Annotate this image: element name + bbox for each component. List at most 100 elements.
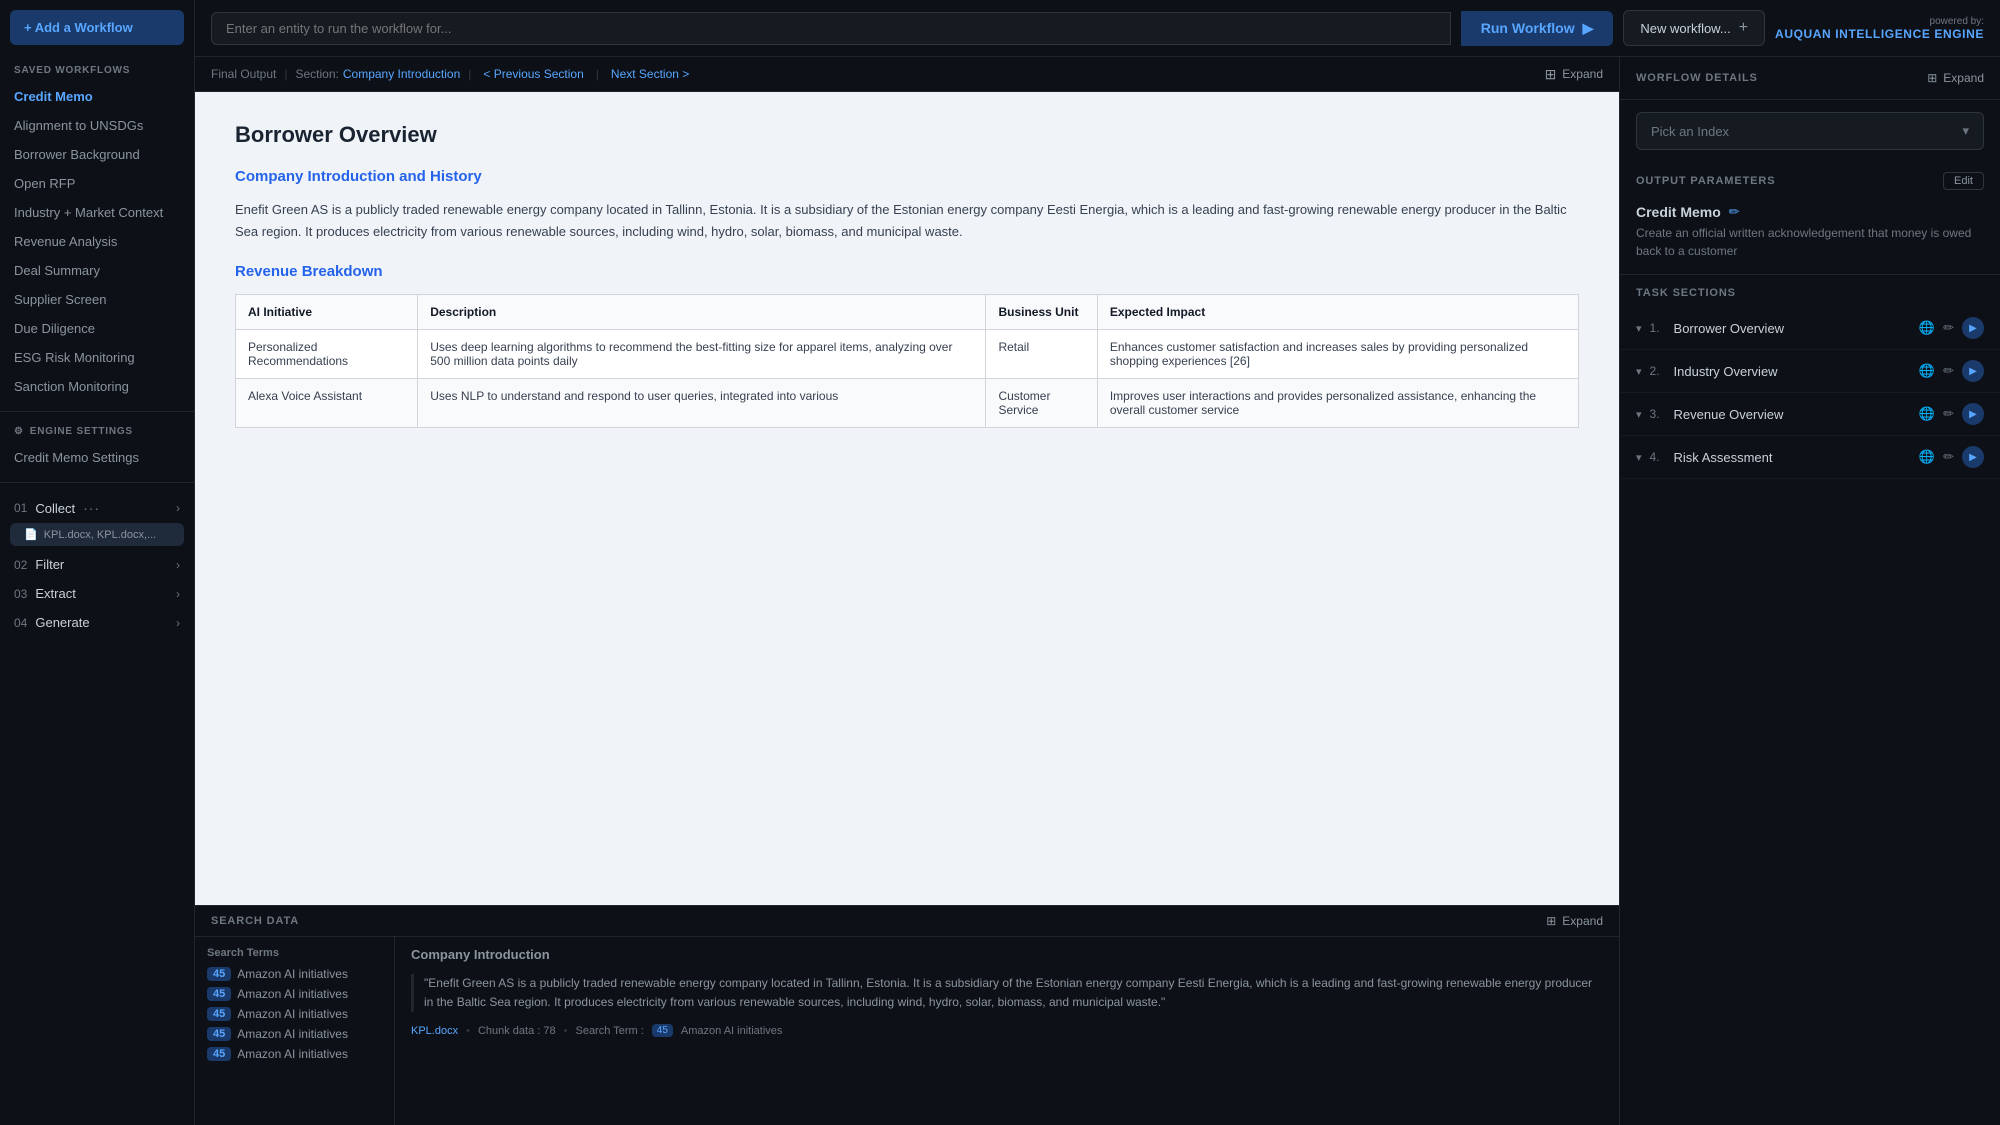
sidebar-item-esg-risk[interactable]: ESG Risk Monitoring — [0, 343, 194, 372]
task-section-item-3[interactable]: ▾ 4. Risk Assessment 🌐 ✏ ▶ — [1620, 436, 2000, 479]
sidebar-step-filter[interactable]: 02 Filter › — [0, 550, 194, 579]
sidebar-step-generate[interactable]: 04 Generate › — [0, 608, 194, 637]
search-term-item[interactable]: 45 Amazon AI initiatives — [207, 1027, 382, 1041]
step-num-01: 01 — [14, 501, 27, 515]
chevron-down-icon-2: ▾ — [1636, 408, 1642, 421]
doc-body-text: Enefit Green AS is a publicly traded ren… — [235, 199, 1579, 243]
task-section-item-2[interactable]: ▾ 3. Revenue Overview 🌐 ✏ ▶ — [1620, 393, 2000, 436]
workflow-details-expand-button[interactable]: ⊞ Expand — [1927, 71, 1984, 85]
search-data-body: Search Terms 45 Amazon AI initiatives 45… — [195, 937, 1619, 1125]
search-term-item[interactable]: 45 Amazon AI initiatives — [207, 987, 382, 1001]
sidebar-item-industry-market[interactable]: Industry + Market Context — [0, 198, 194, 227]
table-cell-description-0: Uses deep learning algorithms to recomme… — [418, 330, 986, 379]
sidebar-item-alignment[interactable]: Alignment to UNSDGs — [0, 111, 194, 140]
search-term-text-3: Amazon AI initiatives — [237, 1027, 348, 1041]
sidebar-item-credit-memo[interactable]: Credit Memo — [0, 82, 194, 111]
entity-search-input[interactable] — [211, 12, 1451, 45]
table-cell-initiative-0: Personalized Recommendations — [236, 330, 418, 379]
step-num-04: 04 — [14, 616, 27, 630]
play-icon-2[interactable]: ▶ — [1962, 403, 1984, 425]
prev-section-button[interactable]: < Previous Section — [483, 67, 583, 81]
pencil-icon-2[interactable]: ✏ — [1943, 406, 1954, 422]
chevron-right-icon-4: › — [176, 616, 180, 630]
pencil-icon-1[interactable]: ✏ — [1943, 363, 1954, 379]
search-result-meta: KPL.docx • Chunk data : 78 • Search Term… — [411, 1024, 1603, 1037]
sidebar-divider-2 — [0, 482, 194, 483]
globe-icon-2[interactable]: 🌐 — [1919, 406, 1935, 422]
powered-by-label: powered by: — [1775, 16, 1984, 27]
sidebar-step-collect[interactable]: 01 Collect ··· › — [0, 493, 194, 523]
task-sections-label: TASK SECTIONS — [1620, 275, 2000, 307]
search-data-expand-button[interactable]: ⊞ Expand — [1546, 914, 1603, 928]
final-output-link[interactable]: Final Output — [211, 65, 276, 83]
sidebar-item-supplier-screen[interactable]: Supplier Screen — [0, 285, 194, 314]
task-section-item-1[interactable]: ▾ 2. Industry Overview 🌐 ✏ ▶ — [1620, 350, 2000, 393]
sidebar-item-credit-memo-settings[interactable]: Credit Memo Settings — [0, 443, 194, 472]
task-section-item-0[interactable]: ▾ 1. Borrower Overview 🌐 ✏ ▶ — [1620, 307, 2000, 350]
task-section-name-3: Risk Assessment — [1674, 450, 1911, 465]
sidebar-item-open-rfp[interactable]: Open RFP — [0, 169, 194, 198]
sidebar-file-item[interactable]: 📄 KPL.docx, KPL.docx,... — [10, 523, 184, 546]
current-section: Company Introduction — [343, 67, 460, 81]
new-workflow-button[interactable]: New workflow... + — [1623, 10, 1765, 46]
sidebar-item-borrower-bg[interactable]: Borrower Background — [0, 140, 194, 169]
search-term-item[interactable]: 45 Amazon AI initiatives — [207, 1047, 382, 1061]
step-name-collect: Collect — [35, 501, 75, 516]
powered-by: powered by: AUQUAN INTELLIGENCE ENGINE — [1775, 16, 1984, 41]
pencil-icon-3[interactable]: ✏ — [1943, 449, 1954, 465]
result-file-link[interactable]: KPL.docx — [411, 1025, 458, 1037]
play-icon-3[interactable]: ▶ — [1962, 446, 1984, 468]
run-workflow-button[interactable]: Run Workflow ▶ — [1461, 11, 1614, 46]
search-result-title: Company Introduction — [411, 947, 1603, 962]
search-terms-label: Search Terms — [207, 947, 382, 959]
search-term-badge-0: 45 — [207, 967, 231, 981]
engine-settings-label: ⚙ ENGINE SETTINGS — [0, 422, 194, 443]
topbar: Run Workflow ▶ New workflow... + powered… — [195, 0, 2000, 57]
table-cell-impact-0: Enhances customer satisfaction and incre… — [1097, 330, 1578, 379]
globe-icon-1[interactable]: 🌐 — [1919, 363, 1935, 379]
chevron-right-icon-3: › — [176, 587, 180, 601]
expand-button[interactable]: ⊞ Expand — [1545, 66, 1603, 83]
task-section-icons-3: 🌐 ✏ ▶ — [1919, 446, 1984, 468]
edit-pencil-icon[interactable]: ✏ — [1729, 204, 1740, 220]
search-term-item[interactable]: 45 Amazon AI initiatives — [207, 967, 382, 981]
table-cell-impact-1: Improves user interactions and provides … — [1097, 379, 1578, 428]
document-title: Borrower Overview — [235, 122, 1579, 148]
globe-icon-3[interactable]: 🌐 — [1919, 449, 1935, 465]
revenue-table: AI Initiative Description Business Unit … — [235, 294, 1579, 428]
sidebar-step-extract[interactable]: 03 Extract › — [0, 579, 194, 608]
play-icon-0[interactable]: ▶ — [1962, 317, 1984, 339]
task-section-num-1: 2. — [1650, 364, 1666, 378]
sidebar-item-sanction-monitoring[interactable]: Sanction Monitoring — [0, 372, 194, 401]
sidebar-item-revenue[interactable]: Revenue Analysis — [0, 227, 194, 256]
chevron-right-icon-2: › — [176, 558, 180, 572]
search-term-meta-badge: 45 — [652, 1024, 673, 1037]
search-term-badge-1: 45 — [207, 987, 231, 1001]
nav-separator-3: | — [596, 67, 599, 81]
gear-icon: ⚙ — [14, 426, 24, 437]
task-section-icons-1: 🌐 ✏ ▶ — [1919, 360, 1984, 382]
next-section-button[interactable]: Next Section > — [611, 67, 689, 81]
search-term-badge-3: 45 — [207, 1027, 231, 1041]
task-section-num-3: 4. — [1650, 450, 1666, 464]
task-section-name-1: Industry Overview — [1674, 364, 1911, 379]
sidebar-item-due-diligence[interactable]: Due Diligence — [0, 314, 194, 343]
play-icon-1[interactable]: ▶ — [1962, 360, 1984, 382]
step-dots: ··· — [83, 500, 100, 516]
main-area: Run Workflow ▶ New workflow... + powered… — [195, 0, 2000, 1125]
task-section-name-0: Borrower Overview — [1674, 321, 1911, 336]
search-results-column: Company Introduction "Enefit Green AS is… — [395, 937, 1619, 1125]
search-term-item[interactable]: 45 Amazon AI initiatives — [207, 1007, 382, 1021]
table-cell-business-unit-1: Customer Service — [986, 379, 1097, 428]
plus-icon: + — [1739, 19, 1748, 37]
add-workflow-button[interactable]: + Add a Workflow — [10, 10, 184, 45]
edit-button[interactable]: Edit — [1943, 172, 1984, 190]
credit-memo-description: Create an official written acknowledgeme… — [1620, 224, 2000, 275]
pick-index-dropdown[interactable]: Pick an Index ▾ — [1636, 112, 1984, 150]
pencil-icon-0[interactable]: ✏ — [1943, 320, 1954, 336]
task-section-name-2: Revenue Overview — [1674, 407, 1911, 422]
content-area: Final Output | Section: Company Introduc… — [195, 57, 2000, 1125]
sidebar-item-deal-summary[interactable]: Deal Summary — [0, 256, 194, 285]
globe-icon-0[interactable]: 🌐 — [1919, 320, 1935, 336]
file-name: KPL.docx, KPL.docx,... — [44, 529, 157, 541]
